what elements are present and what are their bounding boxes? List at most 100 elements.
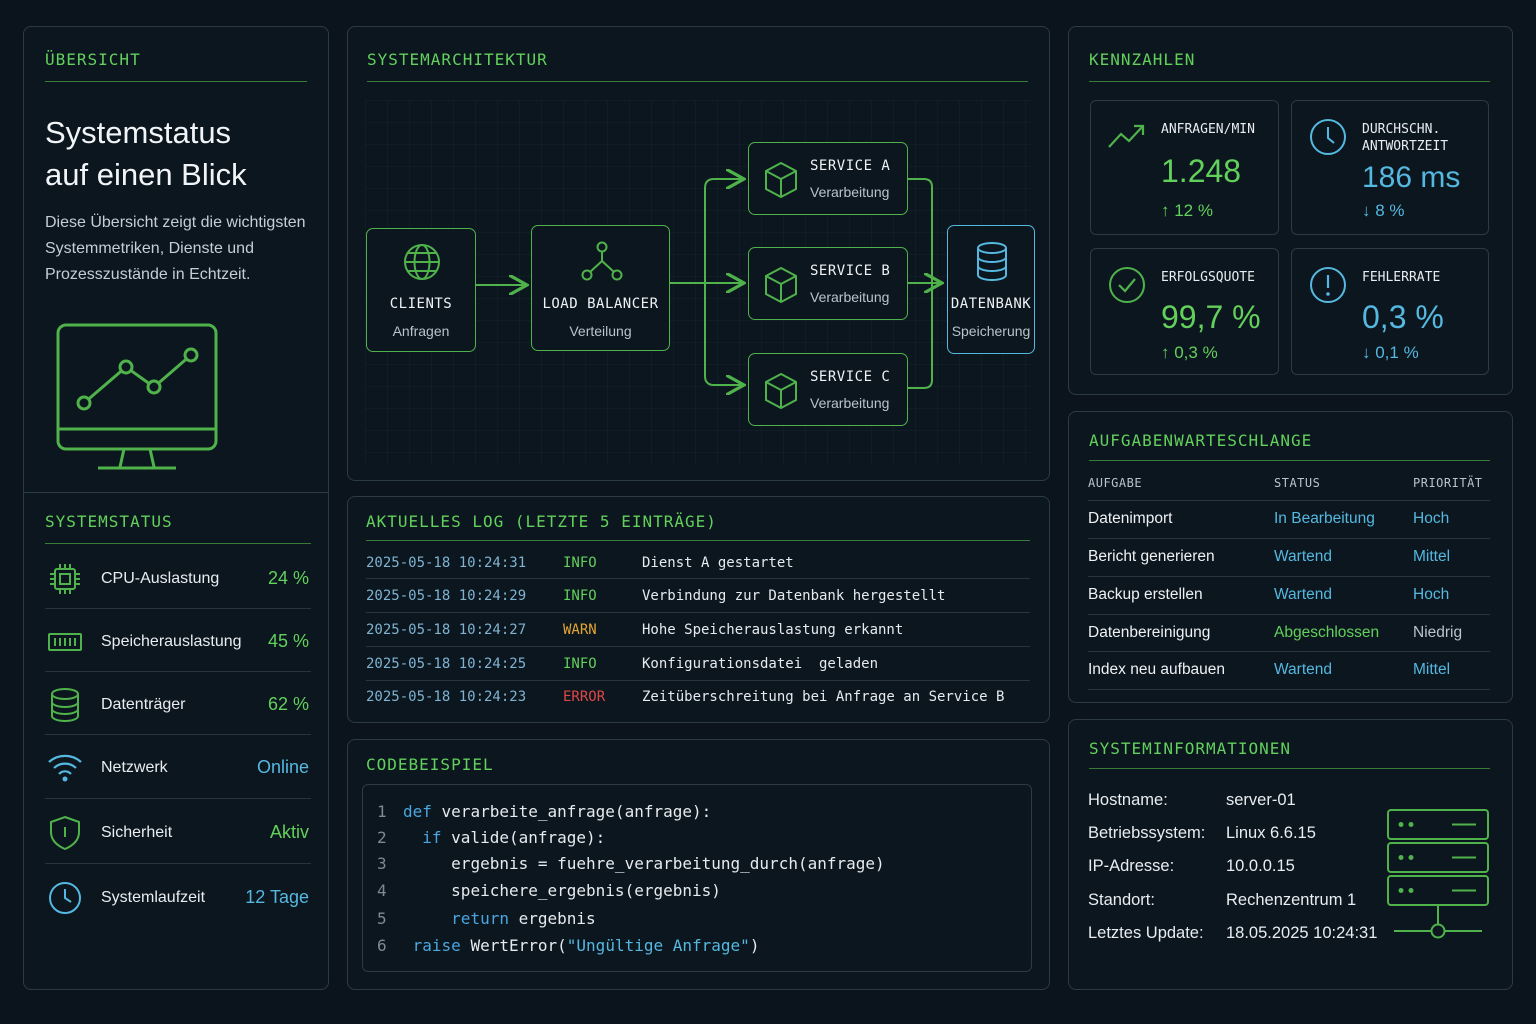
log-timestamp: 2025-05-18 10:24:23 [366, 689, 527, 705]
sysinfo-title: SYSTEMINFORMATIONEN [1089, 739, 1292, 758]
queue-row[interactable]: Bericht generieren Wartend Mittel [1088, 538, 1490, 576]
code-string: "Ungültige Anfrage" [566, 936, 750, 955]
code-line: 1 def verarbeite_anfrage(anfrage): [377, 802, 711, 821]
log-level: ERROR [563, 689, 606, 705]
kpi-value: 0,3 % [1362, 299, 1444, 335]
log-entry[interactable]: 2025-05-18 10:24:31 INFO Dienst A gestar… [366, 546, 1030, 580]
log-message: Verbindung zur Datenbank hergestellt [642, 588, 946, 604]
log-message: Zeitüberschreitung bei Anfrage an Servic… [642, 689, 1005, 705]
sysinfo-value: Rechenzentrum 1 [1226, 891, 1357, 909]
queue-priority: Hoch [1413, 586, 1450, 603]
kpi-title-rule [1089, 81, 1490, 82]
queue-status: In Bearbeitung [1274, 510, 1375, 527]
code-line: 2 if valide(anfrage): [377, 828, 605, 847]
kpi-card-response-time[interactable]: DURCHSCHN. ANTWORTZEIT 186 ms ↓ 8 % [1291, 100, 1489, 235]
queue-row[interactable]: Index neu aufbauen Wartend Mittel [1088, 651, 1490, 689]
log-level: INFO [563, 656, 597, 672]
node-subtitle: Speicherung [951, 323, 1031, 339]
cube-icon [765, 372, 797, 410]
log-entry[interactable]: 2025-05-18 10:24:23 ERROR Zeitüberschrei… [366, 680, 1030, 714]
queue-priority: Hoch [1413, 510, 1450, 527]
node-subtitle: Verarbeitung [810, 184, 890, 200]
log-message: Dienst A gestartet [642, 555, 794, 571]
sysinfo-key: Hostname: [1088, 791, 1168, 809]
node-service-a[interactable]: SERVICE A Verarbeitung [748, 142, 908, 215]
queue-row[interactable]: Backup erstellen Wartend Hoch [1088, 576, 1490, 614]
code-keyword: return [451, 909, 509, 928]
database-icon [977, 242, 1007, 281]
code-text: valide(anfrage): [441, 828, 606, 847]
sysinfo-title-rule [1089, 768, 1490, 769]
code-keyword: if [422, 828, 442, 847]
node-title: SERVICE A [810, 158, 891, 174]
code-line: 3 ergebnis = fuehre_verarbeitung_durch(a… [377, 854, 885, 873]
queue-row[interactable]: Datenimport In Bearbeitung Hoch [1088, 500, 1490, 538]
queue-status: Wartend [1274, 586, 1333, 603]
kpi-trend: ↑ 12 % [1161, 201, 1213, 220]
queue-divider [1088, 689, 1490, 690]
node-database[interactable]: DATENBANK Speicherung [947, 225, 1035, 354]
line-number: 1 [377, 802, 387, 821]
code-text: ergebnis [508, 909, 596, 928]
cube-icon [765, 266, 797, 304]
kpi-trend: ↓ 0,1 % [1362, 343, 1419, 362]
code-line: 6 raise WertError("Ungültige Anfrage") [377, 936, 759, 955]
log-timestamp: 2025-05-18 10:24:25 [366, 656, 527, 672]
check-circle-icon [1109, 267, 1145, 303]
kpi-card-requests[interactable]: ANFRAGEN/MIN 1.248 ↑ 12 % [1090, 100, 1279, 235]
code-editor[interactable]: 1 def verarbeite_anfrage(anfrage): 2 if v… [362, 784, 1032, 972]
sysinfo-key: Letztes Update: [1088, 924, 1204, 942]
sysinfo-key: IP-Adresse: [1088, 857, 1175, 875]
code-line: 5 return ergebnis [377, 909, 596, 928]
log-level: INFO [563, 588, 597, 604]
sysinfo-key: Standort: [1088, 891, 1155, 909]
log-timestamp: 2025-05-18 10:24:29 [366, 588, 527, 604]
node-service-b[interactable]: SERVICE B Verarbeitung [748, 247, 908, 320]
kpi-title: KENNZAHLEN [1089, 50, 1196, 69]
node-load-balancer[interactable]: LOAD BALANCER Verteilung [531, 225, 670, 351]
sysinfo-value: server-01 [1226, 791, 1296, 809]
line-number: 6 [377, 936, 387, 955]
queue-priority: Mittel [1413, 548, 1451, 565]
line-number: 2 [377, 828, 387, 847]
sysinfo-value: 18.05.2025 10:24:31 [1226, 924, 1378, 942]
kpi-label: ERFOLGSQUOTE [1161, 270, 1255, 285]
log-entry[interactable]: 2025-05-18 10:24:25 INFO Konfigurationsd… [366, 647, 1030, 681]
log-entry[interactable]: 2025-05-18 10:24:29 INFO Verbindung zur … [366, 579, 1030, 613]
log-title-rule [366, 540, 1030, 541]
queue-task: Datenimport [1088, 510, 1173, 527]
kpi-card-success-rate[interactable]: ERFOLGSQUOTE 99,7 % ↑ 0,3 % [1090, 248, 1279, 375]
node-clients[interactable]: CLIENTS Anfragen [366, 228, 476, 352]
kpi-card-error-rate[interactable]: FEHLERRATE 0,3 % ↓ 0,1 % [1291, 248, 1489, 375]
queue-row[interactable]: Datenbereinigung Abgeschlossen Niedrig [1088, 614, 1490, 652]
sysinfo-value: Linux 6.6.15 [1226, 824, 1316, 842]
queue-header-task: AUFGABE [1088, 476, 1143, 490]
kpi-trend: ↑ 0,3 % [1161, 343, 1218, 362]
node-service-c[interactable]: SERVICE C Verarbeitung [748, 353, 908, 426]
queue-status: Wartend [1274, 661, 1333, 678]
log-level: WARN [563, 622, 597, 638]
queue-status: Abgeschlossen [1274, 624, 1380, 641]
log-message: Hohe Speicherauslastung erkannt [642, 622, 904, 638]
code-keyword: def [403, 802, 432, 821]
log-timestamp: 2025-05-18 10:24:27 [366, 622, 527, 638]
queue-title-rule [1089, 460, 1490, 461]
node-title: LOAD BALANCER [542, 296, 659, 312]
line-number: 5 [377, 909, 387, 928]
node-title: SERVICE C [810, 369, 891, 385]
log-entry[interactable]: 2025-05-18 10:24:27 WARN Hohe Speicherau… [366, 613, 1030, 647]
server-rack-icon [1387, 809, 1489, 939]
kpi-label: FEHLERRATE [1362, 270, 1441, 285]
kpi-value: 1.248 [1161, 153, 1242, 189]
node-subtitle: Verarbeitung [810, 395, 890, 411]
trend-up-icon [1108, 124, 1145, 148]
sysinfo-key: Betriebssystem: [1088, 824, 1206, 842]
line-number: 4 [377, 881, 387, 900]
kpi-value: 99,7 % [1161, 299, 1261, 335]
code-keyword: raise [412, 936, 461, 955]
queue-header-priority: PRIORITÄT [1413, 476, 1483, 490]
